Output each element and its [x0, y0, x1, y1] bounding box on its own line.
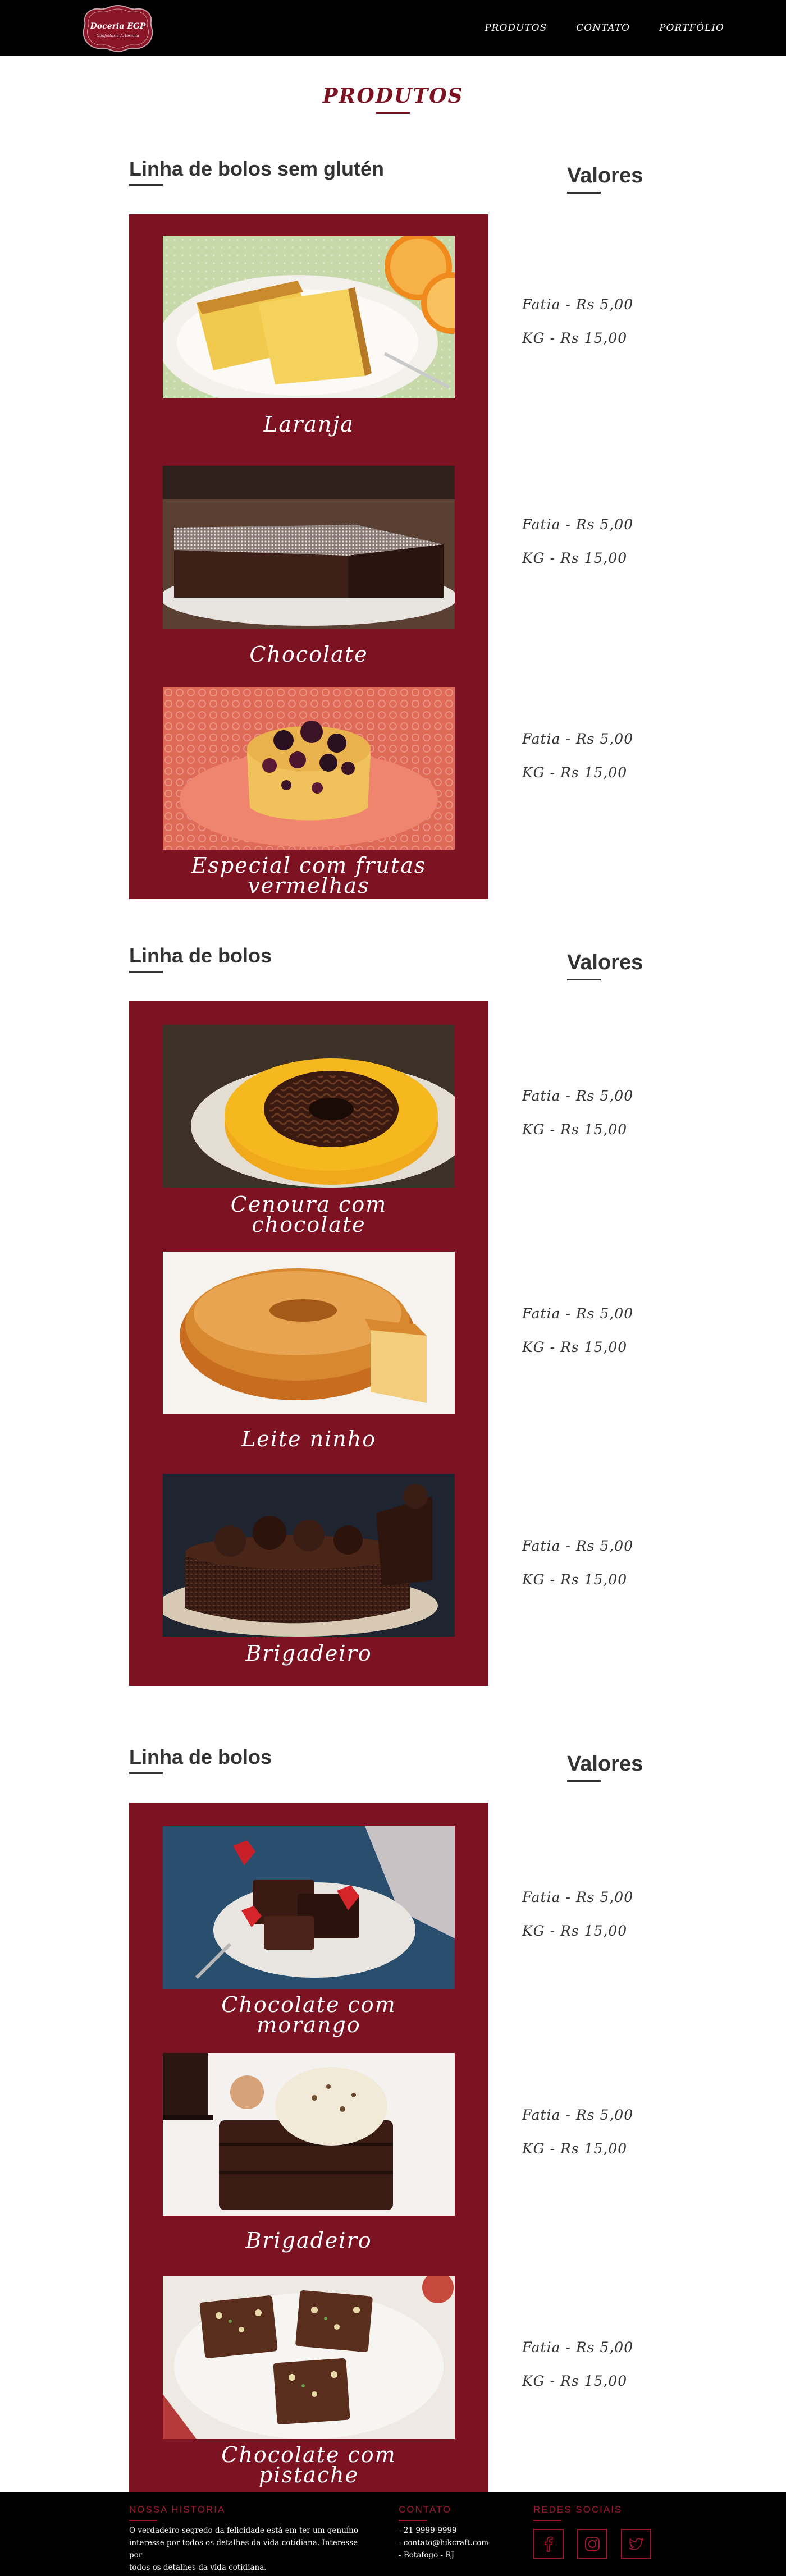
price-list: Fatia - Rs 5,00 KG - Rs 15,00 [522, 731, 691, 798]
values-heading-underline [567, 192, 601, 194]
product-name: Especial com frutas vermelhas [191, 853, 427, 898]
brigadeiro-cake-photo [163, 1474, 455, 1637]
footer: NOSSA HISTORIA O verdadeiro segredo da f… [0, 2492, 786, 2576]
price-kg: KG - Rs 15,00 [522, 764, 628, 781]
twitter-icon [629, 2537, 645, 2550]
values-heading-underline [567, 979, 601, 980]
price-slice: Fatia - Rs 5,00 [522, 1305, 634, 1322]
main-nav: PRODUTOS CONTATO PORTFÓLIO [485, 0, 724, 56]
footer-contact: CONTATO - 21 9999-9999 - contato@hikcraf… [399, 2504, 488, 2561]
values-heading-underline [567, 1780, 601, 1782]
price-kg: KG - Rs 15,00 [522, 2373, 628, 2389]
products-panel: Cenoura com chocolate Leite ninho Brigad… [129, 1001, 488, 1686]
section-heading-underline [129, 1772, 163, 1774]
logo-badge-icon: Doceria EGP Confeitaria Artesanal [83, 4, 153, 53]
footer-contact-title: CONTATO [399, 2504, 452, 2515]
footer-social-underline [533, 2520, 561, 2521]
pistachio-brownie-photo [163, 2276, 455, 2439]
section-heading-underline [129, 971, 163, 973]
products-panel: Chocolate com morango Brigadeiro Chocola… [129, 1803, 488, 2492]
section-heading: Linha de bolos [129, 1745, 272, 1768]
section-heading: Linha de bolos [129, 944, 272, 967]
price-list: Fatia - Rs 5,00 KG - Rs 15,00 [522, 2339, 691, 2407]
price-slice: Fatia - Rs 5,00 [522, 1088, 634, 1104]
chocolate-cake-photo [163, 466, 455, 629]
footer-social-title: REDES SOCIAIS [533, 2504, 623, 2515]
price-list: Fatia - Rs 5,00 KG - Rs 15,00 [522, 516, 691, 584]
page: Doceria EGP Confeitaria Artesanal PRODUT… [0, 0, 786, 2576]
orange-cake-photo [163, 236, 455, 398]
nav-contato[interactable]: CONTATO [576, 22, 630, 34]
top-navbar: Doceria EGP Confeitaria Artesanal PRODUT… [0, 0, 786, 56]
milk-cake-photo [163, 1252, 455, 1414]
section-heading-underline [129, 184, 163, 186]
price-list: Fatia - Rs 5,00 KG - Rs 15,00 [522, 1088, 691, 1155]
price-slice: Fatia - Rs 5,00 [522, 1889, 634, 1905]
product-name: Chocolate com morango [221, 1992, 396, 2037]
product-name: Chocolate [249, 642, 368, 667]
instagram-icon [585, 2537, 600, 2551]
price-list: Fatia - Rs 5,00 KG - Rs 15,00 [522, 1538, 691, 1605]
products-panel: Laranja Chocolate Especial com frutas ve… [129, 214, 488, 899]
facebook-icon [544, 2536, 553, 2552]
footer-history-underline [129, 2520, 157, 2521]
product-name: Leite ninho [241, 1427, 377, 1451]
price-slice: Fatia - Rs 5,00 [522, 1538, 634, 1554]
strawberry-brownie-photo [163, 1826, 455, 1989]
footer-history-title: NOSSA HISTORIA [129, 2504, 226, 2515]
page-title: PRODUTOS [322, 84, 464, 108]
footer-history: NOSSA HISTORIA O verdadeiro segredo da f… [129, 2504, 359, 2574]
instagram-link[interactable] [577, 2529, 607, 2559]
price-list: Fatia - Rs 5,00 KG - Rs 15,00 [522, 1889, 691, 1956]
product-name: Brigadeiro [245, 2228, 372, 2253]
product-name: Laranja [263, 412, 354, 437]
price-kg: KG - Rs 15,00 [522, 1923, 628, 1939]
logo-tagline: Confeitaria Artesanal [97, 34, 139, 38]
contact-phone: - 21 9999-9999 [399, 2526, 457, 2535]
berry-cake-photo [163, 687, 455, 850]
price-list: Fatia - Rs 5,00 KG - Rs 15,00 [522, 296, 691, 364]
footer-history-text: O verdadeiro segredo da felicidade está … [129, 2526, 358, 2572]
twitter-link[interactable] [621, 2529, 651, 2559]
product-name: Brigadeiro [245, 1641, 372, 1666]
logo-name: Doceria EGP [90, 22, 146, 31]
price-kg: KG - Rs 15,00 [522, 1339, 628, 1355]
carrot-cake-photo [163, 1025, 455, 1188]
nav-produtos[interactable]: PRODUTOS [485, 22, 547, 34]
contact-address: - Botafogo - RJ [399, 2551, 454, 2560]
price-kg: KG - Rs 15,00 [522, 1121, 628, 1138]
values-heading: Valores [567, 164, 643, 187]
section-heading: Linha de bolos sem glutén [129, 157, 385, 180]
values-heading: Valores [567, 951, 643, 974]
ice-cream-brownie-photo [163, 2053, 455, 2216]
price-list: Fatia - Rs 5,00 KG - Rs 15,00 [522, 2107, 691, 2174]
contact-email[interactable]: - contato@hikcraft.com [399, 2537, 488, 2549]
social-links [533, 2529, 651, 2559]
price-kg: KG - Rs 15,00 [522, 1571, 628, 1588]
values-heading: Valores [567, 1752, 643, 1776]
product-name: Cenoura com chocolate [230, 1192, 387, 1237]
price-slice: Fatia - Rs 5,00 [522, 296, 634, 313]
brand-logo[interactable]: Doceria EGP Confeitaria Artesanal [81, 3, 154, 53]
price-kg: KG - Rs 15,00 [522, 550, 628, 566]
footer-social: REDES SOCIAIS [533, 2504, 651, 2559]
page-title-underline [376, 112, 410, 114]
price-slice: Fatia - Rs 5,00 [522, 2339, 634, 2355]
product-name: Chocolate com pistache [221, 2442, 396, 2487]
price-slice: Fatia - Rs 5,00 [522, 731, 634, 747]
footer-contact-list: - 21 9999-9999 - contato@hikcraft.com - … [399, 2524, 488, 2561]
facebook-link[interactable] [533, 2529, 564, 2559]
price-kg: KG - Rs 15,00 [522, 2140, 628, 2157]
price-slice: Fatia - Rs 5,00 [522, 2107, 634, 2123]
nav-portfolio[interactable]: PORTFÓLIO [659, 22, 724, 34]
footer-contact-underline [399, 2520, 427, 2521]
price-kg: KG - Rs 15,00 [522, 330, 628, 346]
price-list: Fatia - Rs 5,00 KG - Rs 15,00 [522, 1305, 691, 1373]
price-slice: Fatia - Rs 5,00 [522, 516, 634, 533]
